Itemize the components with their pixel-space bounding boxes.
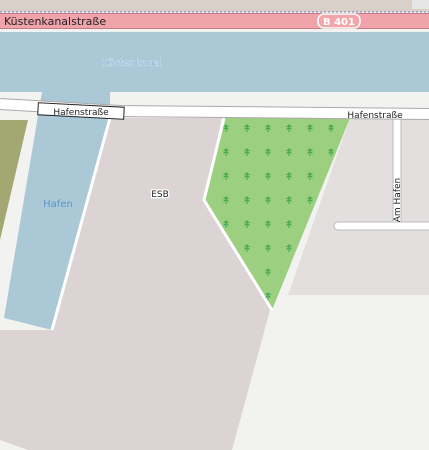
road-label-west: Hafenstraße [53,108,109,118]
trunk-road-label: Küstenkanalstraße [4,15,106,28]
harbour-label: Hafen [43,199,73,210]
canal-water [0,32,429,92]
map-canvas[interactable]: B 401 Küstenkanalstraße Küstenkanal Hafe… [0,0,429,450]
route-shield-label: B 401 [323,17,355,28]
canal-label: Küstenkanal [101,58,162,69]
building-area [0,0,429,12]
building-area [412,0,429,9]
side-street-label: Am Hafen [393,178,403,222]
road-label-east: Hafenstraße [347,111,403,121]
industrial-site-label: ESB [151,190,169,200]
